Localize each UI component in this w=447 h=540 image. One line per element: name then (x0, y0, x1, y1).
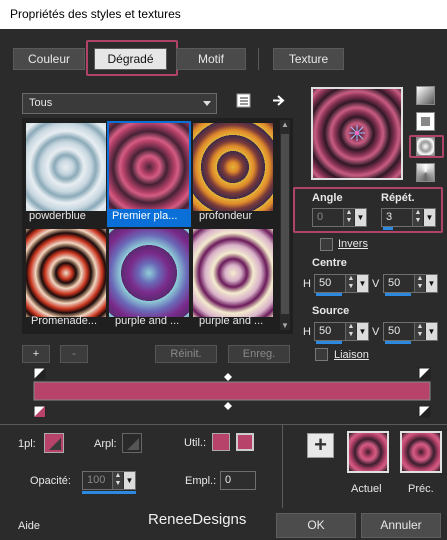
arrow-right-icon[interactable] (271, 93, 287, 108)
center-h-slider[interactable] (316, 293, 342, 296)
tab-color[interactable]: Couleur (13, 48, 85, 70)
watermark: ReneeDesigns (148, 511, 247, 528)
tab-divider (258, 48, 259, 70)
source-h-slider[interactable] (316, 341, 342, 344)
previous-swatch[interactable] (400, 431, 442, 473)
source-v-value: 50 (388, 325, 401, 337)
current-label: Actuel (351, 483, 382, 495)
first-plane-swatch[interactable] (44, 433, 64, 453)
source-v-spinner[interactable]: ▲ ▼ (414, 323, 425, 340)
link-label: Liaison (334, 349, 369, 361)
gradient-thumb-purple-1[interactable] (109, 229, 189, 317)
source-v-dropdown-icon[interactable]: ▼ (426, 323, 437, 340)
angle-dropdown-icon[interactable]: ▼ (355, 209, 366, 226)
angle-value: 0 (317, 211, 324, 223)
source-h-dropdown-icon[interactable]: ▼ (357, 323, 368, 340)
gradient-thumb-premier-plan[interactable] (109, 123, 189, 211)
radial-gradient-style-icon[interactable] (416, 137, 435, 156)
previous-label: Préc. (408, 483, 434, 495)
repeat-label: Répét. (381, 192, 415, 204)
background-swatch[interactable] (122, 433, 142, 453)
source-label: Source (312, 305, 350, 317)
invert-label: Invers (338, 238, 368, 250)
angle-spinner[interactable]: ▲ ▼ (343, 209, 354, 226)
chevron-down-icon (203, 101, 211, 106)
add-gradient-button[interactable]: + (22, 345, 50, 363)
angle-label: Angle (312, 192, 343, 204)
rectangular-gradient-style-icon[interactable] (416, 112, 435, 131)
save-button[interactable]: Enreg. (228, 345, 290, 363)
gradient-label: purple and ... (115, 315, 180, 327)
list-view-icon[interactable] (236, 93, 251, 108)
source-v-slider[interactable] (385, 341, 411, 344)
center-v-slider[interactable] (385, 293, 411, 296)
scroll-down-icon[interactable]: ▼ (281, 322, 289, 330)
location-label: Empl.: (185, 475, 217, 487)
scroll-up-icon[interactable]: ▲ (281, 121, 289, 129)
source-h-spinner[interactable]: ▲ ▼ (345, 323, 356, 340)
center-h-spinner[interactable]: ▲ ▼ (345, 275, 356, 292)
window-title: Propriétés des styles et textures (0, 0, 447, 29)
divider (0, 424, 447, 425)
center-h-value: 50 (319, 277, 332, 289)
cancel-button[interactable]: Annuler (361, 513, 441, 538)
center-h-dropdown-icon[interactable]: ▼ (357, 275, 368, 292)
gradient-filter-value: Tous (29, 97, 53, 109)
tab-pattern[interactable]: Motif (176, 48, 246, 70)
source-h-value: 50 (319, 325, 332, 337)
center-v-label: V (372, 278, 380, 290)
opacity-value: 100 (87, 474, 106, 486)
gradient-editor (30, 367, 432, 421)
invert-checkbox[interactable] (320, 238, 333, 251)
gradient-label: Promenade... (31, 315, 98, 327)
gradient-label-selected: Premier pla... (109, 209, 189, 225)
repeat-dropdown-icon[interactable]: ▼ (424, 209, 435, 226)
gradient-label: profondeur (199, 210, 253, 222)
current-swatch[interactable] (347, 431, 389, 473)
location-value: 0 (225, 474, 232, 486)
tab-gradient[interactable]: Dégradé (94, 48, 167, 70)
center-marker-icon[interactable] (313, 89, 401, 178)
help-link[interactable]: Aide (18, 520, 40, 532)
gradient-thumb-profondeur[interactable] (193, 123, 273, 211)
center-v-dropdown-icon[interactable]: ▼ (426, 275, 437, 292)
opacity-slider[interactable] (82, 491, 136, 494)
gradient-thumb-powderblue[interactable] (26, 123, 106, 211)
gradient-label: purple and ... (199, 315, 264, 327)
linear-gradient-style-icon[interactable] (416, 86, 435, 105)
vertical-divider (282, 424, 283, 508)
use-color-swatch-alt[interactable] (236, 433, 254, 451)
use-color-swatch[interactable] (212, 433, 230, 451)
opacity-dropdown-icon[interactable]: ▼ (124, 472, 135, 489)
gradient-label: powderblue (29, 210, 86, 222)
gradient-preview (311, 87, 403, 180)
remove-gradient-button[interactable]: - (60, 345, 88, 363)
link-checkbox[interactable] (315, 348, 328, 361)
ok-button[interactable]: OK (276, 513, 356, 538)
gradient-filter-dropdown[interactable]: Tous (22, 93, 217, 114)
background-label: Arpl: (94, 438, 117, 450)
center-label: Centre (312, 257, 347, 269)
source-v-label: V (372, 326, 380, 338)
add-swatch-icon[interactable]: + (307, 433, 334, 458)
scroll-thumb[interactable] (281, 134, 289, 314)
reset-button[interactable]: Réinit. (155, 345, 217, 363)
sunburst-gradient-style-icon[interactable] (416, 163, 435, 182)
opacity-spinner[interactable]: ▲ ▼ (112, 472, 123, 489)
first-plane-label: 1pl: (18, 438, 36, 450)
center-v-spinner[interactable]: ▲ ▼ (414, 275, 425, 292)
center-v-value: 50 (388, 277, 401, 289)
center-h-label: H (303, 278, 311, 290)
opacity-label: Opacité: (30, 475, 71, 487)
gradient-thumb-promenade[interactable] (26, 229, 106, 317)
repeat-value: 3 (386, 211, 393, 223)
tab-texture[interactable]: Texture (273, 48, 344, 70)
location-field[interactable]: 0 (220, 471, 256, 490)
gradient-thumb-purple-2[interactable] (193, 229, 273, 317)
source-h-label: H (303, 326, 311, 338)
use-label: Util.: (184, 437, 206, 449)
repeat-spinner[interactable]: ▲ ▼ (412, 209, 423, 226)
repeat-slider[interactable] (383, 227, 393, 230)
